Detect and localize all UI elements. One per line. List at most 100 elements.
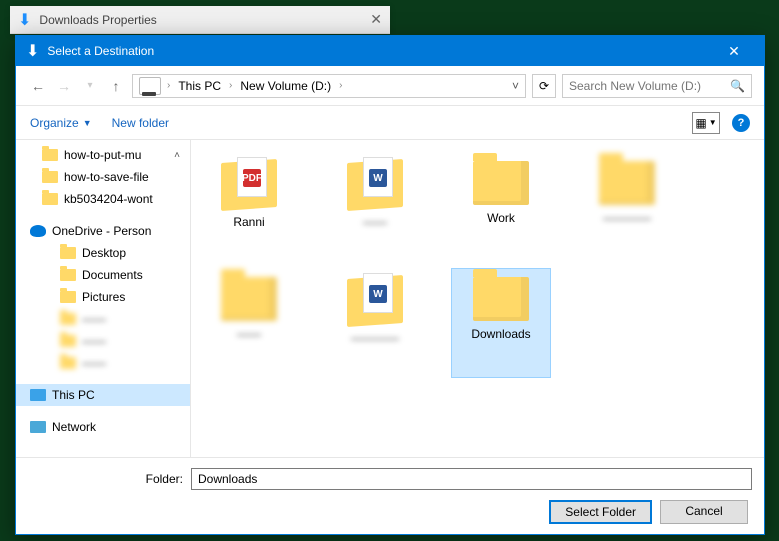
folder-icon bbox=[60, 291, 76, 303]
tree-item[interactable]: how-to-save-file bbox=[16, 166, 190, 188]
background-window-titlebar: ⬇ Downloads Properties ✕ bbox=[10, 6, 390, 34]
item-label: Work bbox=[487, 211, 515, 225]
folder-icon bbox=[221, 277, 277, 321]
bg-close-icon[interactable]: ✕ bbox=[370, 11, 382, 28]
monitor-icon bbox=[30, 389, 46, 401]
search-input[interactable] bbox=[569, 79, 730, 93]
folder-icon bbox=[42, 149, 58, 161]
item-label: ———— bbox=[603, 211, 651, 225]
crumb-this-pc[interactable]: This PC bbox=[176, 79, 223, 93]
address-bar[interactable]: › This PC › New Volume (D:) › ˅ bbox=[132, 74, 526, 98]
folder-icon bbox=[60, 335, 76, 347]
chevron-down-icon: ▼ bbox=[709, 118, 717, 127]
tree-item[interactable]: kb5034204-wont bbox=[16, 188, 190, 210]
folder-word-icon: W bbox=[347, 277, 403, 325]
cloud-icon bbox=[30, 225, 46, 237]
folder-icon bbox=[473, 277, 529, 321]
tree-label: Documents bbox=[82, 268, 143, 282]
tree-item-onedrive[interactable]: OneDrive - Person bbox=[16, 220, 190, 242]
folder-input[interactable] bbox=[191, 468, 752, 490]
image-icon: ▦ bbox=[695, 116, 706, 130]
chevron-icon[interactable]: › bbox=[167, 80, 170, 91]
tree-item-network[interactable]: Network bbox=[16, 416, 190, 438]
search-box[interactable]: 🔍 bbox=[562, 74, 752, 98]
help-button[interactable]: ? bbox=[732, 114, 750, 132]
file-item[interactable]: —— bbox=[199, 268, 299, 378]
tree-item[interactable]: Desktop bbox=[16, 242, 190, 264]
close-button[interactable]: ✕ bbox=[714, 43, 754, 60]
nav-tree[interactable]: how-to-put-mu ˄ how-to-save-file kb503420… bbox=[16, 140, 191, 457]
folder-icon bbox=[473, 161, 529, 205]
tree-label: how-to-put-mu bbox=[64, 148, 141, 162]
scroll-up-icon: ˄ bbox=[174, 150, 180, 161]
file-item[interactable]: PDF Ranni bbox=[199, 152, 299, 262]
file-item[interactable]: ———— bbox=[577, 152, 677, 262]
tree-item[interactable]: —— bbox=[16, 330, 190, 352]
select-folder-button[interactable]: Select Folder bbox=[549, 500, 652, 524]
chevron-icon[interactable]: › bbox=[229, 80, 232, 91]
chevron-down-icon: ▼ bbox=[83, 118, 92, 128]
organize-menu[interactable]: Organize ▼ bbox=[30, 116, 92, 130]
tree-label: This PC bbox=[52, 388, 95, 402]
refresh-button[interactable]: ⟳ bbox=[532, 74, 556, 98]
file-item[interactable]: W ———— bbox=[325, 268, 425, 378]
tree-label: Network bbox=[52, 420, 96, 434]
file-item[interactable]: W —— bbox=[325, 152, 425, 262]
tree-item[interactable]: Documents bbox=[16, 264, 190, 286]
folder-icon bbox=[42, 193, 58, 205]
chevron-icon[interactable]: › bbox=[339, 80, 342, 91]
folder-field-row: Folder: bbox=[28, 468, 752, 490]
select-destination-dialog: ⬇ Select a Destination ✕ ← → ▾ ↑ › This … bbox=[15, 35, 765, 535]
tree-item[interactable]: Pictures bbox=[16, 286, 190, 308]
dialog-title: Select a Destination bbox=[47, 44, 706, 58]
folder-icon bbox=[60, 269, 76, 281]
folder-label: Folder: bbox=[28, 472, 183, 486]
file-item[interactable]: Work bbox=[451, 152, 551, 262]
folder-icon bbox=[599, 161, 655, 205]
tree-label: kb5034204-wont bbox=[64, 192, 153, 206]
tree-label: Pictures bbox=[82, 290, 125, 304]
folder-pdf-icon: PDF bbox=[221, 161, 277, 209]
dialog-titlebar: ⬇ Select a Destination ✕ bbox=[16, 36, 764, 66]
dialog-footer: Folder: Select Folder Cancel bbox=[16, 457, 764, 534]
item-label: Downloads bbox=[471, 327, 530, 341]
search-icon[interactable]: 🔍 bbox=[730, 79, 745, 93]
address-dropdown[interactable]: ˅ bbox=[512, 79, 519, 93]
tree-label: how-to-save-file bbox=[64, 170, 149, 184]
view-mode-button[interactable]: ▦ ▼ bbox=[692, 112, 720, 134]
drive-icon bbox=[139, 77, 161, 95]
item-label: —— bbox=[237, 327, 261, 341]
folder-icon bbox=[60, 357, 76, 369]
recent-dropdown[interactable]: ▾ bbox=[80, 76, 100, 96]
organize-label: Organize bbox=[30, 116, 79, 130]
cancel-button[interactable]: Cancel bbox=[660, 500, 748, 524]
item-label: Ranni bbox=[233, 215, 264, 229]
button-row: Select Folder Cancel bbox=[28, 500, 752, 524]
nav-bar: ← → ▾ ↑ › This PC › New Volume (D:) › ˅ … bbox=[16, 66, 764, 106]
down-arrow-icon: ⬇ bbox=[26, 41, 39, 61]
tree-item-this-pc[interactable]: This PC bbox=[16, 384, 190, 406]
tree-label: Desktop bbox=[82, 246, 126, 260]
dialog-body: how-to-put-mu ˄ how-to-save-file kb503420… bbox=[16, 140, 764, 457]
down-arrow-icon: ⬇ bbox=[18, 10, 31, 30]
bg-window-title: Downloads Properties bbox=[39, 13, 156, 27]
toolbar: Organize ▼ New folder ▦ ▼ ? bbox=[16, 106, 764, 140]
up-button[interactable]: ↑ bbox=[106, 76, 126, 96]
item-label: ———— bbox=[351, 331, 399, 345]
tree-item[interactable]: —— bbox=[16, 352, 190, 374]
item-label: —— bbox=[363, 215, 387, 229]
folder-icon bbox=[60, 247, 76, 259]
folder-icon bbox=[60, 313, 76, 325]
tree-item[interactable]: how-to-put-mu ˄ bbox=[16, 144, 190, 166]
forward-button: → bbox=[54, 76, 74, 96]
crumb-drive[interactable]: New Volume (D:) bbox=[238, 79, 333, 93]
network-icon bbox=[30, 421, 46, 433]
file-item-downloads[interactable]: Downloads bbox=[451, 268, 551, 378]
back-button[interactable]: ← bbox=[28, 76, 48, 96]
new-folder-button[interactable]: New folder bbox=[112, 116, 169, 130]
folder-icon bbox=[42, 171, 58, 183]
tree-label: OneDrive - Person bbox=[52, 224, 151, 238]
folder-word-icon: W bbox=[347, 161, 403, 209]
tree-item[interactable]: —— bbox=[16, 308, 190, 330]
file-grid[interactable]: PDF Ranni W —— Work ———— —— W ———— bbox=[191, 140, 764, 457]
